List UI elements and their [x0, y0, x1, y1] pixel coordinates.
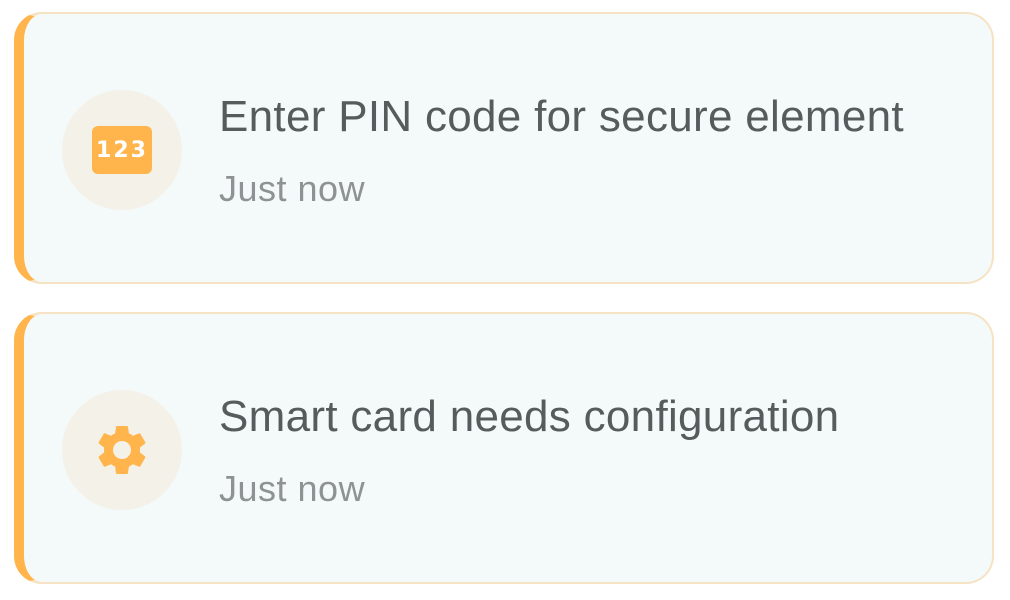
gear-icon: [92, 420, 152, 480]
notification-card-pin[interactable]: 123 Enter PIN code for secure element Ju…: [14, 12, 994, 284]
notification-title: Enter PIN code for secure element: [219, 92, 904, 141]
notification-list: 123 Enter PIN code for secure element Ju…: [0, 0, 1010, 600]
pin-keypad-icon: 123: [92, 126, 152, 174]
notification-time: Just now: [219, 168, 366, 209]
notification-card-smart-card[interactable]: Smart card needs configuration Just now: [14, 312, 994, 584]
notification-time: Just now: [219, 468, 366, 509]
notification-icon-badge: 123: [62, 90, 182, 210]
notification-icon-badge: [62, 390, 182, 510]
notification-title: Smart card needs configuration: [219, 392, 840, 441]
